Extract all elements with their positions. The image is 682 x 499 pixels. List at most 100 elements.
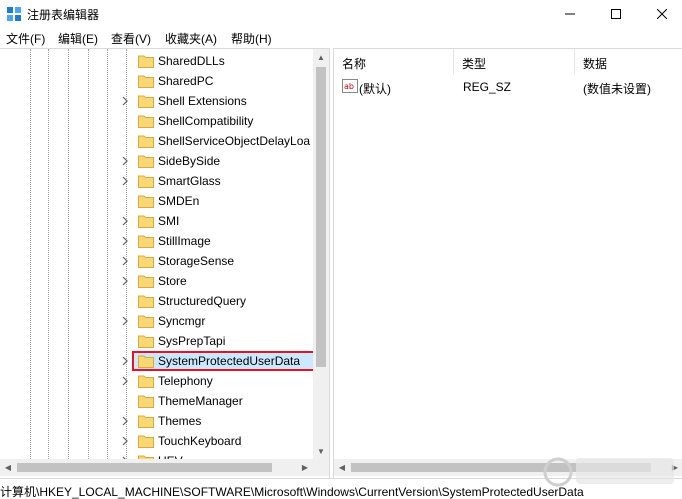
scroll-down-icon[interactable]: ▼ [313, 443, 329, 459]
tree-item[interactable]: TouchKeyboard [0, 431, 313, 451]
tree-vertical-scrollbar[interactable]: ▲ ▼ [313, 49, 329, 459]
tree-item-label: StillImage [158, 234, 211, 248]
folder-icon [138, 135, 154, 148]
folder-icon [138, 315, 154, 328]
folder-icon [138, 335, 154, 348]
tree-item[interactable]: SmartGlass [0, 171, 313, 191]
watermark-logo [543, 457, 674, 487]
registry-values-pane[interactable]: 名称 类型 数据 ab (默认) REG_SZ (数值未设置) ◀ ▶ [333, 48, 682, 478]
tree-item[interactable]: SMDEn [0, 191, 313, 211]
tree-item[interactable]: ThemeManager [0, 391, 313, 411]
tree-horizontal-scrollbar[interactable]: ◀ ▶ [0, 459, 313, 476]
tree-horizontal-scroll-thumb[interactable] [17, 463, 272, 472]
value-row[interactable]: ab (默认) REG_SZ (数值未设置) [334, 76, 682, 96]
tree-item-label: SMDEn [158, 194, 200, 208]
tree-item-label: Themes [158, 414, 202, 428]
tree-item[interactable]: SMI [0, 211, 313, 231]
folder-icon [138, 235, 154, 248]
menu-edit[interactable]: 编辑(E) [58, 30, 98, 47]
chevron-right-icon[interactable] [120, 176, 130, 186]
tree-item-label: SMI [158, 214, 180, 228]
tree-item[interactable]: SharedPC [0, 71, 313, 91]
tree-item[interactable]: StructuredQuery [0, 291, 313, 311]
tree-item[interactable]: Themes [0, 411, 313, 431]
maximize-icon [611, 8, 621, 19]
tree-item[interactable]: Shell Extensions [0, 91, 313, 111]
value-type: REG_SZ [463, 80, 512, 94]
scroll-right-icon[interactable]: ▶ [297, 459, 313, 475]
chevron-right-icon[interactable] [120, 156, 130, 166]
value-name: (默认) [359, 82, 391, 96]
tree-item[interactable]: ShellCompatibility [0, 111, 313, 131]
chevron-right-icon[interactable] [120, 376, 130, 386]
folder-icon [138, 55, 154, 68]
tree-item-label: Syncmgr [158, 314, 206, 328]
chevron-right-icon[interactable] [120, 316, 130, 326]
column-header-type[interactable]: 类型 [454, 49, 575, 74]
window-title: 注册表编辑器 [27, 8, 100, 22]
tree-item[interactable]: SideBySide [0, 151, 313, 171]
tree-item[interactable]: SharedDLLs [0, 51, 313, 71]
chevron-right-icon[interactable] [120, 276, 130, 286]
tree-item-label: SysPrepTapi [158, 334, 226, 348]
folder-icon [138, 275, 154, 288]
tree-item-label: SharedDLLs [158, 54, 225, 68]
tree-item-label: ShellServiceObjectDelayLoa [158, 134, 311, 148]
chevron-right-icon[interactable] [120, 256, 130, 266]
registry-tree-pane[interactable]: SharedDLLs SharedPC Shell Extensions ShellC… [0, 48, 330, 478]
folder-icon [138, 175, 154, 188]
column-header-data[interactable]: 数据 [575, 49, 682, 74]
folder-icon [138, 395, 154, 408]
tree-item-label: SmartGlass [158, 174, 221, 188]
chevron-right-icon[interactable] [120, 436, 130, 446]
folder-icon [138, 75, 154, 88]
maximize-button[interactable] [593, 0, 639, 27]
menu-help[interactable]: 帮助(H) [231, 30, 272, 47]
chevron-right-icon[interactable] [120, 216, 130, 226]
scroll-up-icon[interactable]: ▲ [313, 49, 329, 65]
chevron-right-icon[interactable] [120, 236, 130, 246]
tree-item[interactable]: StillImage [0, 231, 313, 251]
tree-item-label: ThemeManager [158, 394, 243, 408]
tree-item[interactable]: Store [0, 271, 313, 291]
menu-favorites[interactable]: 收藏夹(A) [165, 30, 217, 47]
tree-item-label: SharedPC [158, 74, 214, 88]
tree-item-label: SideBySide [158, 154, 221, 168]
tree-item[interactable]: SystemProtectedUserData [0, 351, 316, 371]
folder-icon [138, 355, 154, 368]
tree-item[interactable]: Telephony [0, 371, 313, 391]
menu-view[interactable]: 查看(V) [111, 30, 151, 47]
tree-item[interactable]: ShellServiceObjectDelayLoa [0, 131, 313, 151]
tree-item-label: ShellCompatibility [158, 114, 254, 128]
tree-vertical-scroll-thumb[interactable] [316, 67, 326, 367]
svg-text:ab: ab [344, 82, 354, 91]
folder-icon [138, 435, 154, 448]
folder-icon [138, 95, 154, 108]
scroll-left-icon[interactable]: ◀ [334, 459, 350, 475]
folder-icon [138, 255, 154, 268]
tree-item-label: SystemProtectedUserData [158, 354, 301, 368]
scrollbar-corner [313, 459, 329, 476]
chevron-right-icon[interactable] [120, 416, 130, 426]
folder-icon [138, 375, 154, 388]
folder-icon [138, 415, 154, 428]
chevron-right-icon[interactable] [120, 96, 130, 106]
minimize-button[interactable] [547, 0, 593, 27]
title-bar: 注册表编辑器 [0, 0, 682, 27]
tree-item-label: Telephony [158, 374, 213, 388]
column-header-name[interactable]: 名称 [334, 49, 454, 74]
menu-file[interactable]: 文件(F) [6, 30, 45, 47]
folder-icon [138, 195, 154, 208]
scroll-left-icon[interactable]: ◀ [0, 459, 16, 475]
tree-item[interactable]: SysPrepTapi [0, 331, 313, 351]
minimize-icon [565, 13, 575, 14]
folder-icon [138, 295, 154, 308]
tree-item-label: StructuredQuery [158, 294, 247, 308]
folder-icon [138, 215, 154, 228]
chevron-right-icon[interactable] [120, 356, 130, 366]
tree-item[interactable]: StorageSense [0, 251, 313, 271]
tree-item[interactable]: Syncmgr [0, 311, 313, 331]
folder-icon [138, 155, 154, 168]
tree-item-label: Shell Extensions [158, 94, 247, 108]
close-button[interactable] [639, 0, 682, 27]
